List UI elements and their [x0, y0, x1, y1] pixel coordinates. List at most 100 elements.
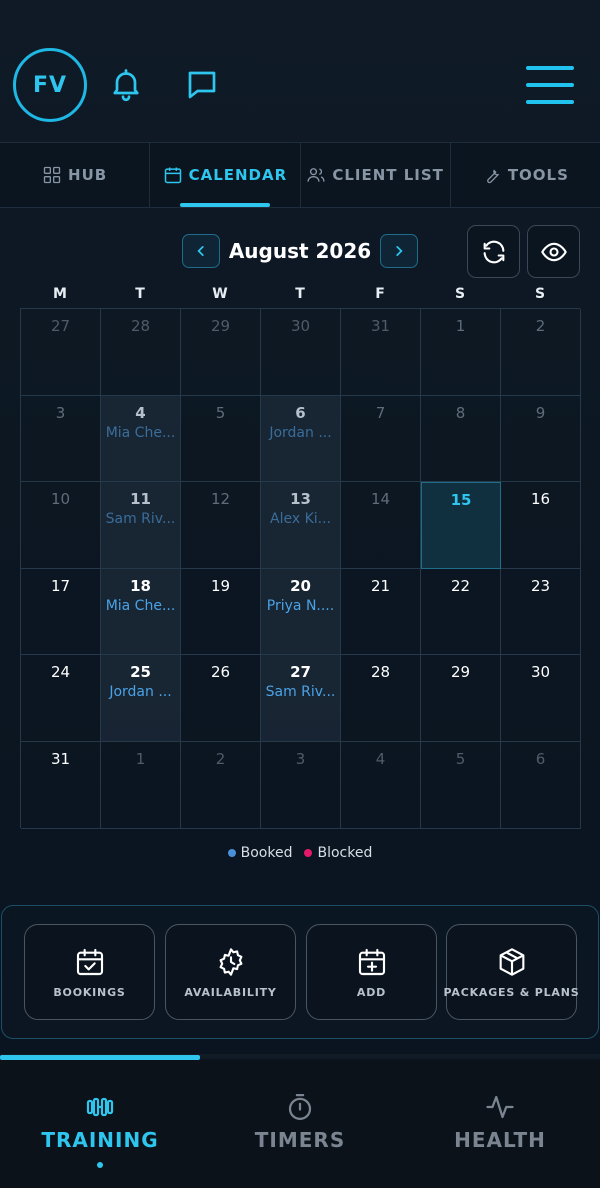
tab-hub[interactable]: HUB — [0, 143, 151, 207]
calendar-day[interactable]: 29 — [421, 655, 501, 742]
calendar-day[interactable]: 20 Priya N.... — [261, 568, 341, 656]
grid-icon — [43, 166, 61, 184]
day-number: 3 — [295, 749, 306, 768]
day-number: 27 — [50, 317, 71, 335]
pulse-icon — [486, 1095, 514, 1119]
calendar-day[interactable]: 3 — [261, 741, 341, 829]
day-number: 11 — [130, 490, 151, 509]
calendar-day[interactable]: 4 Mia Che... — [101, 395, 181, 483]
calendar-day[interactable]: 11 Sam Riv... — [101, 482, 181, 569]
calendar-day[interactable]: 3 — [21, 395, 101, 483]
gear-clock-icon — [219, 947, 242, 976]
booking-client-name: Sam Riv... — [105, 511, 176, 528]
tab-label: HUB — [68, 166, 108, 184]
weekday-label: T — [295, 286, 305, 302]
bottom-nav: TRAINING TIMERS HEALTH — [0, 1060, 600, 1188]
day-number: 7 — [375, 403, 386, 422]
day-number: 3 — [55, 403, 66, 422]
calendar-day[interactable]: 1 — [101, 741, 181, 829]
bell-icon[interactable] — [108, 66, 144, 102]
calendar-day[interactable]: 31 — [341, 309, 421, 396]
calendar-day[interactable]: 23 — [501, 568, 581, 656]
calendar-day[interactable]: 19 — [181, 568, 261, 656]
calendar-day[interactable]: 28 — [101, 309, 181, 396]
day-number: 21 — [370, 576, 391, 595]
calendar-day[interactable]: 12 — [181, 482, 261, 569]
calendar-day[interactable]: 14 — [341, 482, 421, 569]
tab-tools[interactable]: TOOLS — [451, 143, 600, 207]
calendar-day[interactable]: 6 — [501, 741, 581, 829]
calendar-day[interactable]: 6 Jordan ... — [261, 395, 341, 483]
legend-blocked: Blocked — [304, 843, 372, 863]
calendar-day[interactable]: 29 — [181, 309, 261, 396]
prev-month-button[interactable] — [182, 234, 220, 268]
weekday-label: F — [375, 286, 385, 302]
availability-button[interactable]: AVAILABILITY — [165, 924, 296, 1020]
sync-button[interactable] — [467, 225, 520, 278]
day-number: 29 — [450, 663, 471, 682]
nav-health[interactable]: HEALTH — [400, 1092, 600, 1172]
calendar-day[interactable]: 1 — [421, 309, 501, 396]
calendar-day[interactable]: 21 — [341, 568, 421, 656]
calendar-day[interactable]: 5 — [421, 741, 501, 829]
calendar-day[interactable]: 24 — [21, 655, 101, 742]
nav-label: TIMERS — [254, 1128, 346, 1152]
calendar-day[interactable]: 5 — [181, 395, 261, 483]
calendar-plus-icon — [358, 948, 385, 975]
tab-calendar[interactable]: CALENDAR — [150, 143, 301, 207]
day-number: 2 — [535, 317, 546, 335]
bookings-button[interactable]: BOOKINGS — [24, 924, 155, 1020]
booking-client-name: Sam Riv... — [265, 684, 336, 701]
chat-icon[interactable] — [184, 67, 220, 103]
calendar-day[interactable]: 31 — [21, 741, 101, 829]
calendar-day[interactable]: 22 — [421, 568, 501, 656]
calendar-day[interactable]: 7 — [341, 395, 421, 483]
calendar-day[interactable]: 30 — [261, 309, 341, 396]
tab-label: CALENDAR — [188, 166, 288, 184]
booking-client-name: Mia Che... — [105, 597, 176, 614]
day-number: 26 — [210, 663, 231, 682]
calendar-day[interactable]: 13 Alex Ki... — [261, 482, 341, 569]
weekday-label: T — [135, 286, 145, 302]
calendar-day[interactable]: 27 Sam Riv... — [261, 655, 341, 742]
tab-client-list[interactable]: CLIENT LIST — [301, 143, 451, 207]
booking-client-name: Jordan ... — [269, 424, 332, 441]
calendar-day[interactable]: 25 Jordan ... — [101, 655, 181, 742]
action-label: BOOKINGS — [53, 985, 126, 999]
day-number: 5 — [455, 749, 466, 768]
visibility-toggle-button[interactable] — [527, 225, 580, 278]
calendar-day[interactable]: 30 — [501, 655, 581, 742]
packages-plans-button[interactable]: PACKAGES & PLANS — [444, 924, 579, 1020]
nav-timers[interactable]: TIMERS — [200, 1092, 400, 1172]
day-number: 1 — [455, 317, 466, 335]
calendar-day[interactable]: 8 — [421, 395, 501, 483]
calendar-day[interactable]: 4 — [341, 741, 421, 829]
calendar-day-today[interactable]: 15 — [421, 482, 501, 569]
weekday-header: MTWTFSS — [20, 286, 580, 306]
weekday-label: W — [212, 286, 228, 302]
nav-label: HEALTH — [454, 1128, 546, 1152]
booked-dot — [227, 849, 236, 857]
weekday-label: S — [534, 286, 546, 302]
calendar-day[interactable]: 28 — [341, 655, 421, 742]
hamburger-menu-icon[interactable] — [526, 66, 574, 104]
legend-label: Booked — [240, 845, 293, 861]
stopwatch-icon — [288, 1094, 312, 1120]
calendar-day[interactable]: 2 — [181, 741, 261, 829]
calendar-day[interactable]: 17 — [21, 568, 101, 656]
add-button[interactable]: ADD — [306, 924, 437, 1020]
avatar[interactable]: FV — [13, 48, 87, 122]
tab-bar: HUB CALENDAR CLIENT LIST TOOLS — [0, 142, 600, 208]
day-number: 9 — [535, 403, 546, 422]
calendar-day[interactable]: 9 — [501, 395, 581, 483]
eye-icon — [540, 242, 567, 261]
calendar-day[interactable]: 2 — [501, 309, 581, 396]
calendar-day[interactable]: 10 — [21, 482, 101, 569]
nav-training[interactable]: TRAINING — [0, 1092, 200, 1172]
calendar-day[interactable]: 16 — [501, 482, 581, 569]
calendar-day[interactable]: 27 — [21, 309, 101, 396]
day-number: 31 — [50, 749, 71, 768]
next-month-button[interactable] — [380, 234, 418, 268]
calendar-day[interactable]: 26 — [181, 655, 261, 742]
calendar-day[interactable]: 18 Mia Che... — [101, 568, 181, 656]
